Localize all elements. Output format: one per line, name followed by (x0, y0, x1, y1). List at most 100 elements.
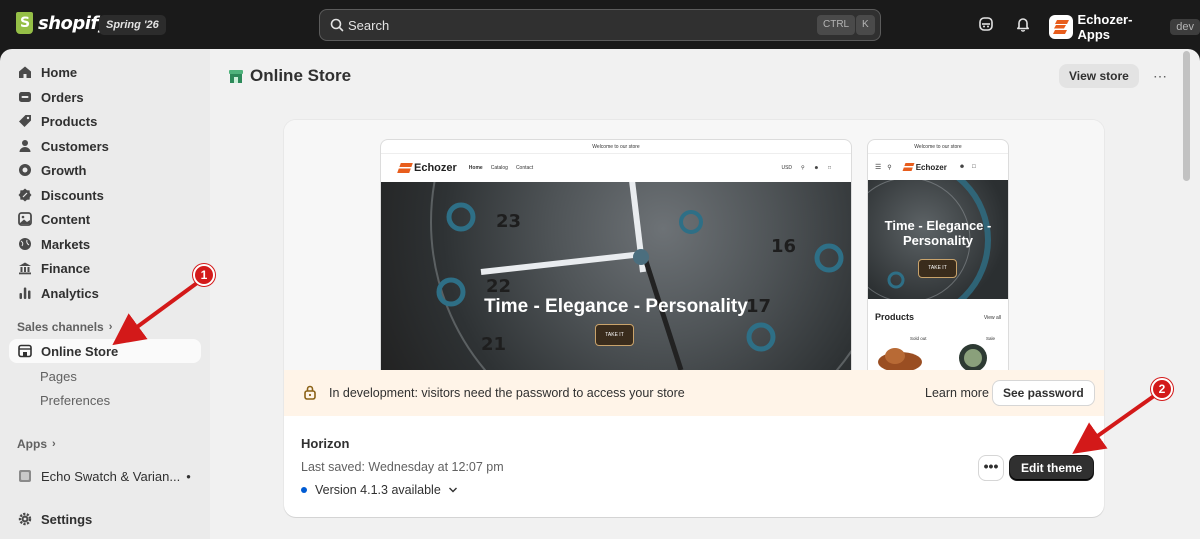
mobile-announcement-bar: Welcome to our store (868, 140, 1008, 154)
annotation-marker-2: 2 (1151, 378, 1173, 400)
preview-header: Echozer Home Catalog Contact USD ⚲ ☻ □ (381, 154, 851, 182)
theme-version-dropdown[interactable]: Version 4.1.3 available (301, 483, 458, 497)
mobile-brand-text: Echozer (915, 162, 947, 172)
sidebar-item-analytics[interactable]: Analytics (9, 281, 201, 305)
mobile-menu-icon: ☰ (875, 164, 882, 171)
sidebar-item-label: Echo Swatch & Varian... (41, 468, 181, 484)
sidebar-item-label: Markets (41, 236, 91, 252)
mobile-view-all: View all (983, 315, 1001, 321)
development-banner: In development: visitors need the passwo… (284, 370, 1104, 416)
pin-dot-icon[interactable]: ● (186, 472, 191, 481)
preview-hero: 23 22 16 17 21 Time - Elegance - Persona… (381, 182, 851, 370)
preview-nav-links: Home Catalog Contact (469, 165, 533, 171)
mobile-product-card: Sold out (875, 336, 935, 370)
sidebar-item-label: Analytics (41, 285, 99, 301)
sidebar-item-label: Orders (41, 89, 84, 105)
sidebar-sub-item-pages[interactable]: Pages (40, 369, 77, 384)
product-image-saddle (878, 348, 922, 370)
app-icon (18, 469, 32, 483)
sale-badge: Sale (986, 336, 996, 341)
sidebar-item-online-store[interactable]: Online Store (9, 339, 201, 363)
sidebar-item-label: Products (41, 113, 98, 129)
online-store-icon (18, 344, 32, 358)
shortcut-k-key: K (856, 15, 875, 35)
apps-label: Apps (17, 437, 47, 451)
edition-badge[interactable]: Spring '26 (99, 15, 166, 35)
mobile-cta-button: TAKE IT (918, 259, 957, 278)
see-password-button[interactable]: See password (993, 381, 1094, 405)
learn-more-link[interactable]: Learn more (925, 386, 989, 400)
version-text: Version 4.1.3 available (315, 483, 441, 497)
home-icon (18, 65, 32, 79)
theme-preview[interactable]: Welcome to our store Echozer Home Catalo… (284, 120, 1104, 370)
orders-icon (18, 90, 32, 104)
theme-name: Horizon (301, 436, 350, 451)
sidebar-sub-item-preferences[interactable]: Preferences (40, 393, 110, 408)
preview-account-icon: ☻ (813, 165, 819, 171)
sidebar-item-label: Settings (41, 511, 93, 527)
development-banner-text: In development: visitors need the passwo… (329, 386, 685, 400)
bell-icon[interactable] (1013, 14, 1033, 34)
desktop-preview: Welcome to our store Echozer Home Catalo… (381, 140, 851, 370)
sidebar-item-label: Finance (41, 260, 91, 276)
sidebar-item-app-echo-swatch[interactable]: Echo Swatch & Varian... ● (9, 464, 201, 488)
store-selector[interactable]: Echozer-Apps dev (1049, 12, 1200, 42)
analytics-icon (18, 286, 32, 300)
globe-icon (18, 237, 32, 251)
preview-link-contact: Contact (515, 165, 534, 171)
shopify-bag-icon (16, 12, 33, 34)
sidebar: Home Orders Products Customers Growth Di… (0, 49, 210, 539)
shopify-logo[interactable]: shopify (16, 12, 110, 34)
mobile-hero-title: Time - Elegance - Personality (884, 218, 992, 248)
echozer-logo-icon (902, 163, 915, 171)
sidebar-item-discounts[interactable]: Discounts (9, 183, 201, 207)
preview-header-icons: USD ⚲ ☻ □ (781, 165, 831, 171)
top-bar: shopify Spring '26 Search CTRL K Echozer… (0, 0, 1200, 49)
lock-icon (304, 385, 316, 400)
search-input[interactable]: Search CTRL K (319, 9, 881, 41)
preview-cta-button: TAKE IT (595, 324, 634, 346)
sidebar-item-finance[interactable]: Finance (9, 256, 201, 280)
mobile-cart-icon: □ (972, 164, 976, 170)
sidebar-item-label: Growth (41, 162, 87, 178)
sidebar-item-products[interactable]: Products (9, 109, 201, 133)
mobile-preview: Welcome to our store ☰ ⚲ Echozer ☻ □ Tim… (868, 140, 1008, 370)
sidebar-item-settings[interactable]: Settings (9, 507, 201, 531)
sidebar-item-customers[interactable]: Customers (9, 134, 201, 158)
store-name: Echozer-Apps (1077, 12, 1133, 42)
sales-channels-heading[interactable]: Sales channels › (17, 320, 112, 334)
theme-more-actions-button[interactable]: ••• (979, 456, 1003, 480)
mobile-search-icon: ⚲ (887, 164, 892, 171)
sidekick-icon[interactable] (976, 14, 996, 34)
apps-heading[interactable]: Apps › (17, 437, 56, 451)
sidebar-item-label: Online Store (41, 343, 119, 359)
view-store-button[interactable]: View store (1059, 64, 1139, 88)
theme-card: Welcome to our store Echozer Home Catalo… (284, 120, 1104, 517)
growth-icon (18, 163, 32, 177)
person-icon (18, 139, 32, 153)
sidebar-item-content[interactable]: Content (9, 207, 201, 231)
scrollbar-thumb[interactable] (1183, 51, 1190, 181)
edit-theme-button[interactable]: Edit theme (1010, 456, 1094, 480)
chevron-right-icon: › (108, 321, 113, 333)
annotation-marker-1: 1 (193, 264, 215, 286)
dev-badge: dev (1170, 19, 1200, 35)
search-icon (330, 18, 344, 32)
mobile-products-heading: Products (875, 312, 915, 322)
online-store-color-icon (229, 70, 243, 83)
sidebar-item-orders[interactable]: Orders (9, 85, 201, 109)
sidebar-item-label: Content (41, 211, 91, 227)
mobile-preview-header: ☰ ⚲ Echozer ☻ □ (868, 154, 1008, 180)
sidebar-item-label: Customers (41, 138, 109, 154)
chevron-down-icon (448, 487, 457, 493)
sidebar-item-home[interactable]: Home (9, 60, 201, 84)
echozer-logo-icon (397, 163, 413, 173)
sidebar-item-markets[interactable]: Markets (9, 232, 201, 256)
preview-brand-text: Echozer (414, 162, 457, 174)
preview-link-home: Home (468, 165, 483, 171)
page-more-actions-button[interactable]: ⋯ (1148, 64, 1172, 88)
sold-out-badge: Sold out (910, 336, 927, 341)
search-placeholder: Search (348, 18, 390, 33)
preview-currency: USD (781, 165, 793, 171)
sidebar-item-growth[interactable]: Growth (9, 158, 201, 182)
